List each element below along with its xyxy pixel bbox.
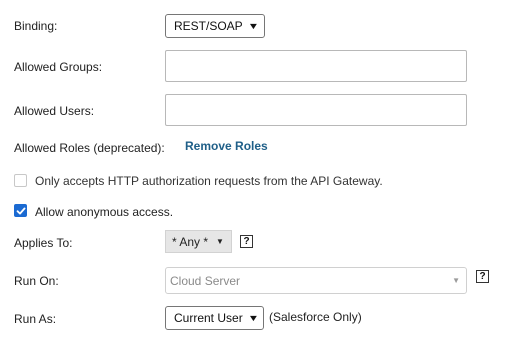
allowed-roles-label: Allowed Roles (deprecated): xyxy=(14,141,165,155)
chevron-down-icon: ▼ xyxy=(452,276,460,285)
run-as-select[interactable]: Current User ▼ xyxy=(165,306,264,330)
run-on-value: Cloud Server xyxy=(170,273,241,288)
allowed-groups-input[interactable] xyxy=(165,50,467,82)
run-on-label: Run On: xyxy=(14,274,59,288)
checkmark-icon xyxy=(16,207,25,214)
applies-to-help-icon[interactable]: ? xyxy=(240,235,253,248)
remove-roles-link[interactable]: Remove Roles xyxy=(185,139,268,153)
run-as-label: Run As: xyxy=(14,312,57,326)
run-on-help-icon[interactable]: ? xyxy=(476,270,489,283)
applies-to-label: Applies To: xyxy=(14,236,73,250)
run-as-note: (Salesforce Only) xyxy=(269,310,362,324)
binding-label: Binding: xyxy=(14,19,58,33)
binding-select-value: REST/SOAP xyxy=(174,19,243,33)
allowed-users-label: Allowed Users: xyxy=(14,104,95,118)
chevron-down-icon: ▼ xyxy=(247,313,259,323)
applies-to-select[interactable]: * Any * ▼ xyxy=(165,230,232,253)
chevron-down-icon: ▼ xyxy=(216,237,224,246)
chevron-down-icon: ▼ xyxy=(247,21,260,31)
applies-to-value: * Any * xyxy=(172,234,209,249)
gateway-only-checkbox[interactable] xyxy=(14,174,27,187)
anonymous-access-checkbox[interactable] xyxy=(14,204,27,217)
run-as-value: Current User xyxy=(174,311,243,325)
binding-select[interactable]: REST/SOAP ▼ xyxy=(165,14,265,38)
gateway-only-label: Only accepts HTTP authorization requests… xyxy=(35,174,383,188)
run-on-select[interactable]: Cloud Server ▼ xyxy=(165,267,467,294)
anonymous-access-label: Allow anonymous access. xyxy=(35,205,174,219)
allowed-users-input[interactable] xyxy=(165,94,467,126)
allowed-groups-label: Allowed Groups: xyxy=(14,60,103,74)
